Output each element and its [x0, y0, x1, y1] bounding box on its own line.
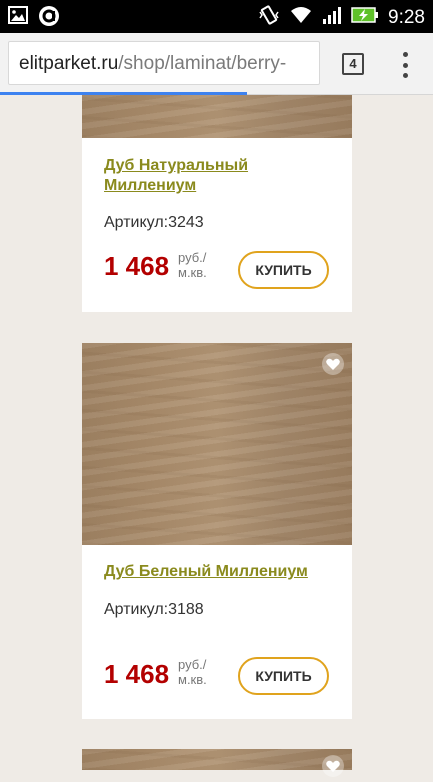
favorite-heart-icon[interactable]: [322, 755, 344, 777]
menu-icon[interactable]: [402, 52, 408, 78]
buy-button[interactable]: КУПИТЬ: [238, 251, 329, 289]
signal-icon: [322, 5, 342, 30]
url-bar[interactable]: elitparket.ru/shop/laminat/berry-: [8, 41, 320, 85]
product-price: 1 468: [104, 251, 170, 281]
gallery-icon: [8, 5, 28, 32]
product-image[interactable]: [82, 749, 352, 777]
browser-toolbar: elitparket.ru/shop/laminat/berry- 4: [0, 33, 433, 95]
status-time: 9:28: [388, 6, 425, 28]
product-card: Дуб Натуральный Миллениум Артикул:3243 1…: [82, 95, 352, 312]
product-sku: Артикул:3243: [104, 214, 204, 231]
wifi-icon: [289, 5, 313, 30]
product-price: 1 468: [104, 659, 170, 689]
price-unit: руб./ м.кв.: [178, 250, 207, 280]
vibrate-icon: [258, 4, 280, 31]
status-bar-right: 9:28: [258, 4, 425, 31]
product-card: [82, 749, 352, 777]
product-card: Дуб Беленый Миллениум Артикул:3188 1 468…: [82, 343, 352, 719]
app-notification-icon: [38, 5, 60, 32]
status-bar-left: [8, 5, 60, 32]
product-sku: Артикул:3188: [104, 601, 204, 618]
battery-charging-icon: [351, 6, 379, 29]
tab-switcher-button[interactable]: 4: [342, 53, 364, 75]
product-image[interactable]: [82, 343, 352, 545]
price-unit: руб./ м.кв.: [178, 657, 207, 687]
product-name-link[interactable]: Дуб Беленый Миллениум: [104, 562, 334, 582]
favorite-heart-icon[interactable]: [322, 353, 344, 375]
status-bar: 9:28: [0, 0, 433, 33]
url-host: elitparket.ru: [19, 53, 119, 74]
product-name-link[interactable]: Дуб Натуральный Миллениум: [104, 156, 334, 196]
url-path: /shop/laminat/berry-: [118, 53, 287, 74]
buy-button[interactable]: КУПИТЬ: [238, 657, 329, 695]
product-image[interactable]: [82, 95, 352, 138]
